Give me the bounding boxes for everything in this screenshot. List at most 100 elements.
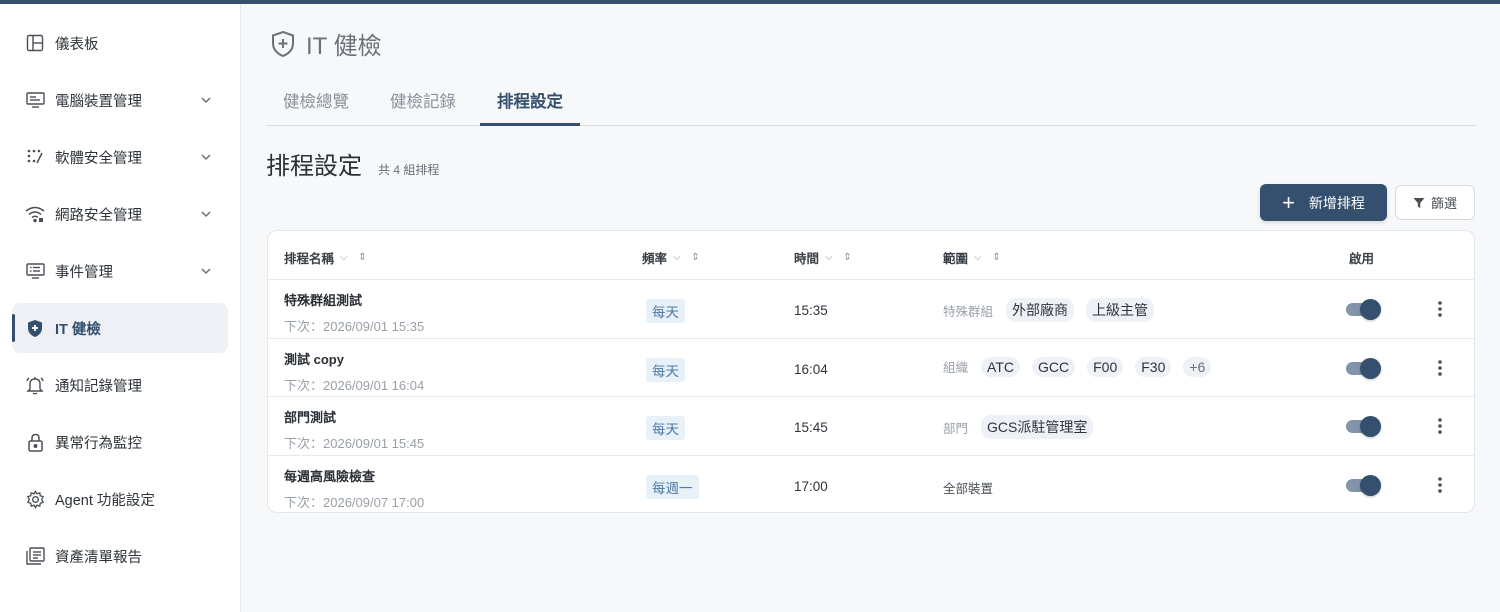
table-header: 排程名稱 ⌵ ⇕ 頻率 ⌵ ⇕ 時間 ⌵ ⇕ 範圍 ⌵ ⇕ 啟用 — [268, 231, 1474, 280]
add-schedule-button[interactable]: + 新增排程 — [1260, 184, 1387, 221]
tab-records[interactable]: 健檢記錄 — [373, 82, 473, 126]
chevron-down-icon — [201, 211, 211, 218]
report-icon — [25, 546, 45, 566]
layout-icon — [25, 33, 45, 53]
next-run: 下次：2026/09/07 17:00 — [284, 494, 425, 510]
sidebar-item-label: 電腦裝置管理 — [55, 93, 142, 110]
column-header-time[interactable]: 時間 ⌵ ⇕ — [794, 248, 856, 267]
chevron-down-icon — [201, 97, 211, 104]
section-header: 排程設定 共 4 組排程 — [266, 146, 439, 181]
more-options-icon[interactable] — [1430, 474, 1450, 496]
sidebar-item-devices[interactable]: 電腦裝置管理 — [12, 75, 228, 125]
tab-schedule[interactable]: 排程設定 — [480, 82, 580, 126]
frequency-badge: 每天 — [646, 299, 685, 323]
scope-chip: GCS派駐管理室 — [981, 415, 1094, 439]
sort-icon[interactable]: ⌵ ⇕ — [825, 252, 856, 263]
sidebar-item-label: 事件管理 — [55, 264, 113, 281]
sidebar-item-agent-settings[interactable]: Agent 功能設定 — [12, 474, 228, 524]
monitor-icon — [25, 90, 45, 110]
more-options-icon[interactable] — [1430, 415, 1450, 437]
sidebar-item-anomaly[interactable]: 異常行為監控 — [12, 417, 228, 467]
enabled-toggle[interactable] — [1346, 299, 1382, 320]
schedule-time: 16:04 — [794, 361, 828, 377]
schedule-time: 15:45 — [794, 420, 828, 435]
sidebar-item-it-checkup[interactable]: IT 健檢 — [12, 303, 228, 353]
scope-type: 全部裝置 — [943, 481, 994, 496]
scope-cell: 部門 GCS派駐管理室 — [943, 415, 1105, 439]
sort-icon[interactable]: ⌵ ⇕ — [974, 252, 1005, 263]
sidebar-item-network[interactable]: 網路安全管理 — [12, 189, 228, 239]
sidebar-item-asset-report[interactable]: 資產清單報告 — [12, 531, 228, 581]
sidebar-item-label: 網路安全管理 — [55, 207, 142, 224]
schedule-name-cell: 部門測試 下次：2026/09/01 15:45 — [284, 407, 424, 452]
column-header-name[interactable]: 排程名稱 ⌵ ⇕ — [284, 248, 371, 267]
schedule-name: 測試 copy — [284, 351, 344, 367]
schedule-name-cell: 測試 copy 下次：2026/09/01 16:04 — [284, 349, 424, 394]
schedule-time: 17:00 — [794, 478, 828, 494]
filter-label: 篩選 — [1430, 196, 1457, 211]
scope-type: 組織 — [943, 361, 969, 375]
table-row[interactable]: 測試 copy 下次：2026/09/01 16:04 每天 16:04 組織 … — [268, 339, 1474, 397]
column-header-freq[interactable]: 頻率 ⌵ ⇕ — [642, 248, 704, 267]
sidebar-item-software[interactable]: 軟體安全管理 — [12, 132, 228, 182]
tab-bar: 健檢總覽 健檢記錄 排程設定 — [266, 82, 1476, 126]
sidebar-item-events[interactable]: 事件管理 — [12, 246, 228, 296]
sidebar-item-label: IT 健檢 — [55, 321, 101, 338]
chevron-down-icon — [201, 268, 211, 275]
plus-icon: + — [1282, 189, 1295, 215]
scope-cell: 特殊群組 外部廠商 上級主管 — [943, 298, 1166, 322]
wifi-icon — [25, 204, 45, 224]
enabled-toggle[interactable] — [1346, 416, 1382, 437]
sidebar-item-dashboard[interactable]: 儀表板 — [12, 18, 228, 68]
enabled-toggle[interactable] — [1346, 474, 1382, 496]
scope-chip: 外部廠商 — [1006, 298, 1075, 322]
scope-type: 特殊群組 — [943, 304, 994, 319]
table-row[interactable]: 特殊群組測試 下次：2026/09/01 15:35 每天 15:35 特殊群組… — [268, 280, 1474, 339]
schedule-name: 部門測試 — [284, 410, 337, 425]
toggle-knob — [1360, 357, 1381, 379]
sidebar-item-label: 資產清單報告 — [55, 549, 142, 566]
schedule-count: 共 4 組排程 — [378, 163, 440, 177]
frequency-badge: 每週一 — [646, 474, 699, 499]
dots-icon — [25, 147, 45, 167]
tab-overview[interactable]: 健檢總覽 — [266, 82, 366, 126]
scope-chip: 上級主管 — [1086, 298, 1155, 322]
table-row[interactable]: 部門測試 下次：2026/09/01 15:45 每天 15:45 部門 GCS… — [268, 397, 1474, 456]
schedule-name-cell: 特殊群組測試 下次：2026/09/01 15:35 — [284, 290, 424, 335]
chevron-down-icon — [201, 154, 211, 161]
enabled-toggle[interactable] — [1346, 357, 1382, 379]
sidebar-item-notifications[interactable]: 通知記錄管理 — [12, 360, 228, 410]
sort-icon[interactable]: ⌵ ⇕ — [340, 252, 371, 263]
filter-icon — [1413, 197, 1425, 208]
column-header-scope[interactable]: 範圍 ⌵ ⇕ — [943, 248, 1005, 267]
sidebar: 儀表板 電腦裝置管理 軟體安全管理 網路安全管理 事件管理 IT 健檢 通知記錄… — [0, 4, 241, 612]
scope-chip: ATC — [981, 356, 1020, 377]
scope-chip: GCC — [1031, 356, 1076, 377]
sort-icon[interactable]: ⌵ ⇕ — [673, 252, 704, 263]
more-options-icon[interactable] — [1430, 357, 1450, 379]
lock-icon — [25, 432, 45, 452]
column-header-enabled: 啟用 — [1349, 252, 1375, 266]
scope-chip: F30 — [1135, 356, 1172, 377]
list-icon — [25, 261, 45, 281]
next-run: 下次：2026/09/01 16:04 — [284, 377, 425, 393]
toggle-knob — [1360, 416, 1381, 437]
shield-plus-icon — [25, 318, 45, 338]
scope-type: 部門 — [943, 421, 969, 436]
toggle-knob — [1360, 299, 1381, 320]
table-row[interactable]: 每週高風險檢查 下次：2026/09/07 17:00 每週一 17:00 全部… — [268, 456, 1474, 515]
scope-cell: 組織 ATC GCC F00 F30 +6 — [943, 356, 1223, 377]
scope-more-chip[interactable]: +6 — [1183, 356, 1212, 377]
sidebar-item-label: 軟體安全管理 — [55, 150, 142, 167]
toggle-knob — [1360, 474, 1381, 496]
schedule-time: 15:35 — [794, 303, 828, 318]
sidebar-item-label: 異常行為監控 — [55, 435, 142, 452]
sidebar-item-label: Agent 功能設定 — [55, 492, 155, 509]
more-options-icon[interactable] — [1430, 298, 1450, 320]
add-schedule-label: 新增排程 — [1308, 194, 1365, 211]
main-content: IT 健檢 健檢總覽 健檢記錄 排程設定 排程設定 共 4 組排程 + 新增排程… — [242, 4, 1500, 612]
schedule-name-cell: 每週高風險檢查 下次：2026/09/07 17:00 — [284, 466, 424, 511]
scope-cell: 全部裝置 — [943, 478, 1006, 497]
filter-button[interactable]: 篩選 — [1395, 185, 1475, 220]
schedule-name: 每週高風險檢查 — [284, 468, 376, 484]
